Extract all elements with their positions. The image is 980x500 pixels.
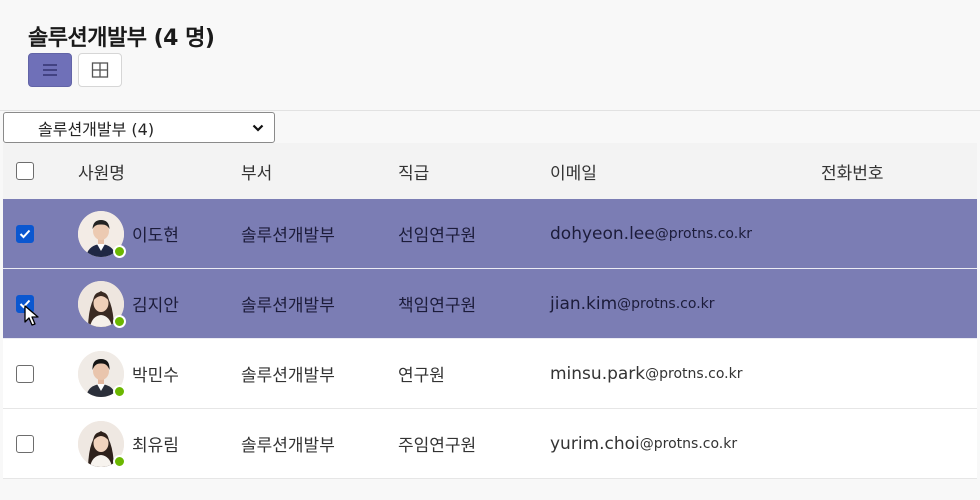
employee-email[interactable]: dohyeon.lee @protns.co.kr bbox=[550, 199, 752, 268]
column-header-phone[interactable]: 전화번호 bbox=[821, 143, 884, 199]
select-all-checkbox[interactable] bbox=[16, 162, 34, 180]
email-user: dohyeon.lee bbox=[550, 223, 655, 244]
email-user: jian.kim bbox=[550, 293, 618, 314]
employee-name[interactable]: 최유림 bbox=[132, 431, 179, 456]
avatar[interactable] bbox=[78, 350, 126, 398]
employee-email[interactable]: jian.kim @protns.co.kr bbox=[550, 269, 715, 338]
row-checkbox[interactable] bbox=[16, 434, 34, 453]
employee-rank: 연구원 bbox=[398, 366, 445, 386]
employee-name[interactable]: 이도현 bbox=[132, 221, 179, 246]
row-checkbox[interactable] bbox=[16, 224, 34, 243]
grid-icon bbox=[91, 62, 109, 78]
status-available-icon bbox=[113, 314, 126, 328]
email-domain: @protns.co.kr bbox=[645, 365, 743, 382]
employee-rank: 책임연구원 bbox=[398, 296, 477, 316]
avatar[interactable] bbox=[78, 210, 126, 258]
email-domain: @protns.co.kr bbox=[617, 295, 715, 312]
employee-email[interactable]: yurim.choi @protns.co.kr bbox=[550, 409, 737, 478]
status-available-icon bbox=[113, 384, 126, 398]
column-header-rank[interactable]: 직급 bbox=[398, 143, 429, 199]
table-row[interactable]: 김지안 솔루션개발부 책임연구원 jian.kim @protns.co.kr bbox=[3, 269, 977, 339]
email-domain: @protns.co.kr bbox=[639, 435, 738, 452]
view-toggle bbox=[28, 53, 122, 87]
row-checkbox[interactable] bbox=[16, 294, 34, 313]
status-available-icon bbox=[113, 454, 126, 468]
employee-dept: 솔루션개발부 bbox=[241, 296, 335, 316]
employee-rank: 주임연구원 bbox=[398, 436, 477, 456]
column-header-dept[interactable]: 부서 bbox=[241, 143, 272, 199]
email-user: yurim.choi bbox=[550, 433, 640, 454]
table-row[interactable]: 박민수 솔루션개발부 연구원 minsu.park @protns.co.kr bbox=[3, 339, 977, 409]
table-header: 사원명 부서 직급 이메일 전화번호 bbox=[3, 143, 977, 199]
column-header-email[interactable]: 이메일 bbox=[550, 143, 597, 199]
employee-dept: 솔루션개발부 bbox=[241, 226, 335, 246]
employee-name[interactable]: 박민수 bbox=[132, 361, 179, 386]
checkmark-icon bbox=[19, 229, 31, 238]
employee-name[interactable]: 김지안 bbox=[132, 291, 179, 316]
avatar[interactable] bbox=[78, 420, 126, 468]
table-row[interactable]: 최유림 솔루션개발부 주임연구원 yurim.choi @protns.co.kr bbox=[3, 409, 977, 479]
chevron-down-icon bbox=[252, 124, 264, 132]
row-checkbox[interactable] bbox=[16, 364, 34, 383]
department-select-value: 솔루션개발부 (4) bbox=[38, 119, 155, 139]
avatar[interactable] bbox=[78, 280, 126, 328]
column-header-name[interactable]: 사원명 bbox=[78, 143, 125, 199]
email-domain: @protns.co.kr bbox=[654, 225, 753, 242]
status-available-icon bbox=[113, 244, 126, 258]
department-select[interactable]: 솔루션개발부 (4) bbox=[3, 112, 275, 143]
table-row[interactable]: 이도현 솔루션개발부 선임연구원 dohyeon.lee @protns.co.k… bbox=[3, 199, 977, 269]
list-view-button[interactable] bbox=[28, 53, 72, 87]
email-user: minsu.park bbox=[550, 363, 646, 384]
grid-view-button[interactable] bbox=[78, 53, 122, 87]
page-title: 솔루션개발부 (4 명) bbox=[28, 26, 215, 51]
list-icon bbox=[43, 64, 57, 76]
employee-rank: 선임연구원 bbox=[398, 226, 477, 246]
checkmark-icon bbox=[19, 299, 31, 308]
divider bbox=[0, 110, 980, 111]
employee-table: 사원명 부서 직급 이메일 전화번호 이도현 솔루션개발부 선임연구원 dohy… bbox=[3, 143, 977, 479]
employee-dept: 솔루션개발부 bbox=[241, 366, 335, 386]
employee-email[interactable]: minsu.park @protns.co.kr bbox=[550, 339, 742, 408]
employee-dept: 솔루션개발부 bbox=[241, 436, 335, 456]
